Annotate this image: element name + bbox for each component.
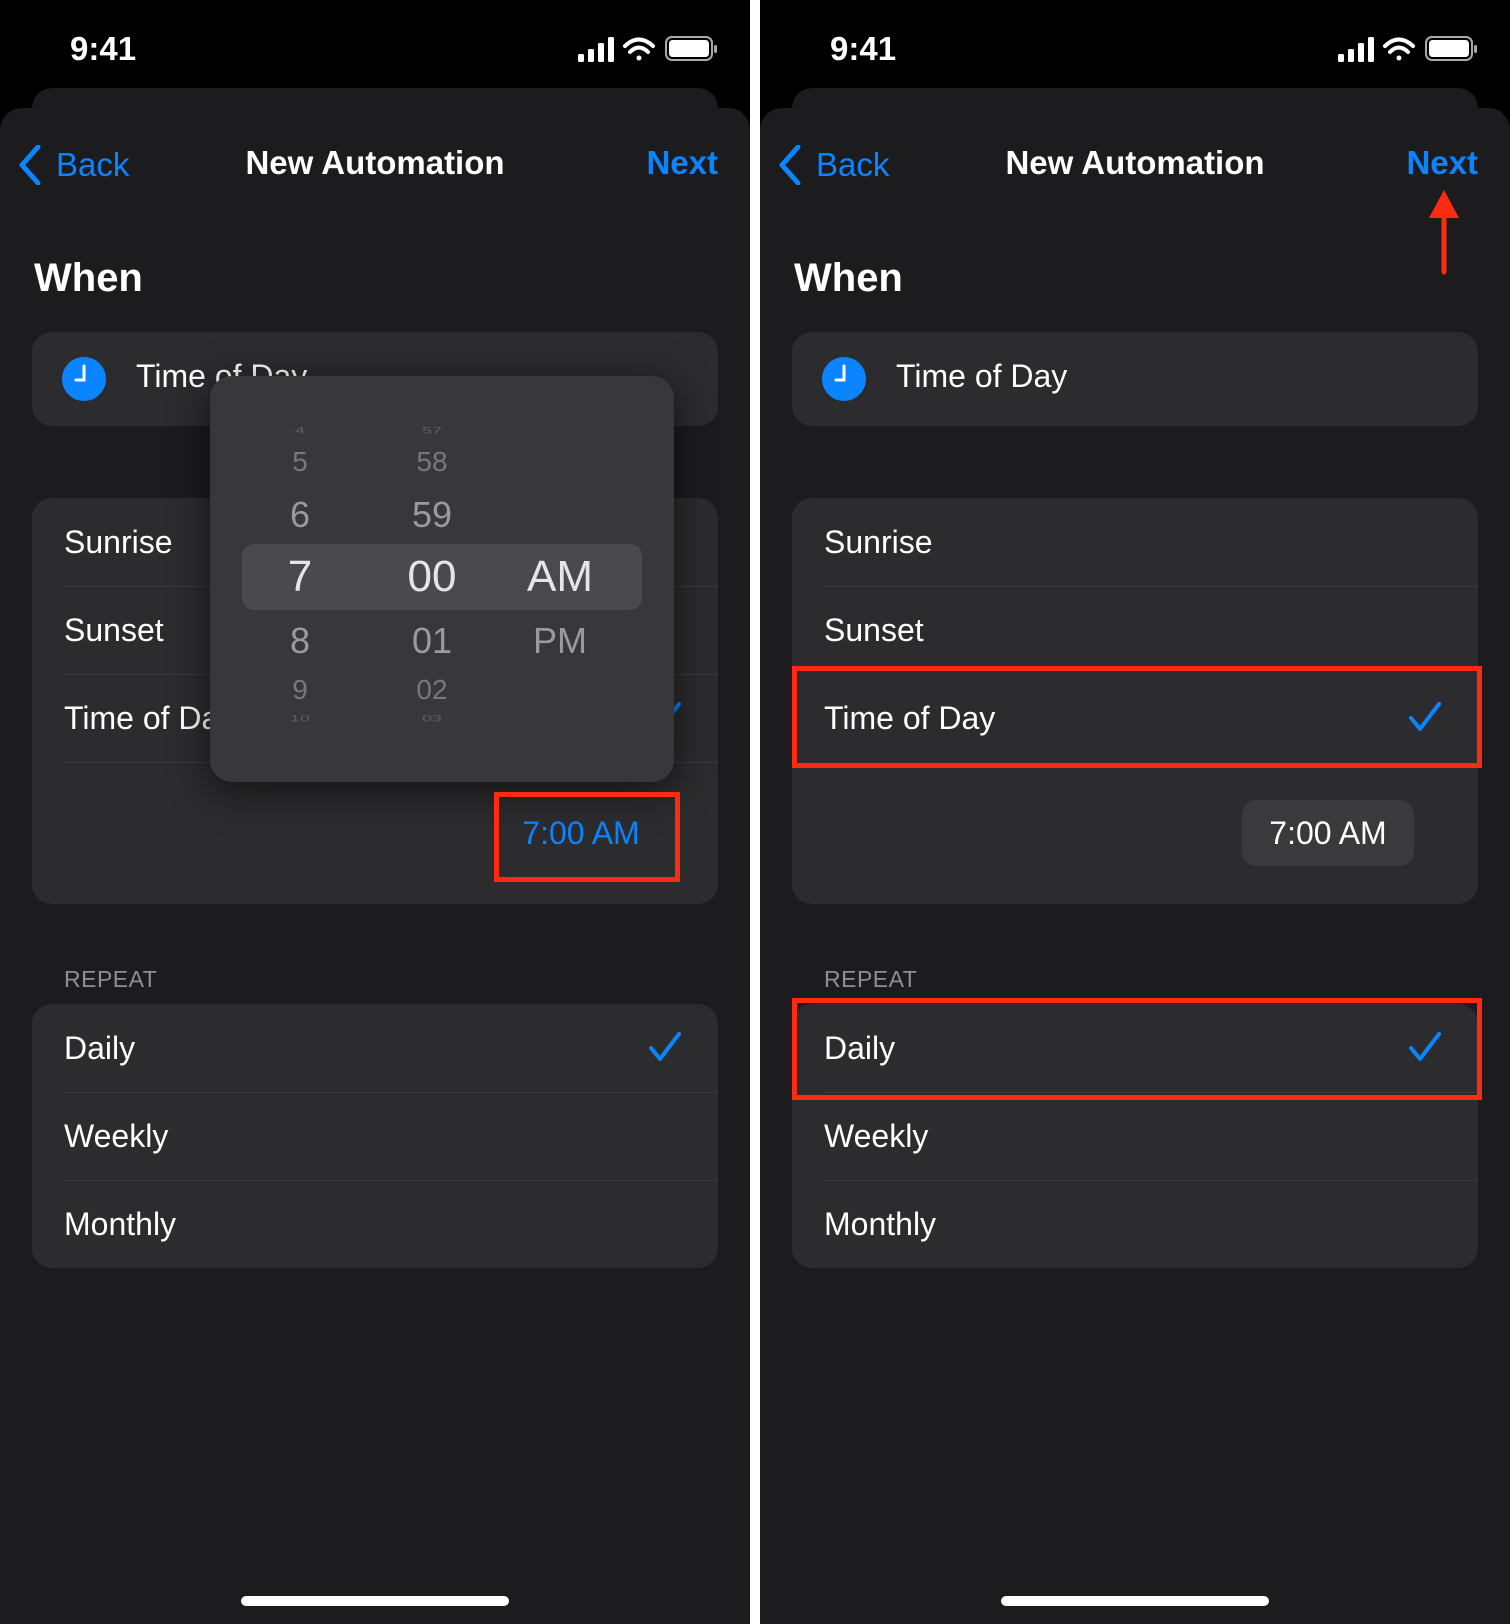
repeat-label: Monthly [64, 1206, 177, 1242]
option-label: Sunset [64, 612, 164, 648]
minute-value: 01 [411, 620, 453, 661]
checkmark-icon [1409, 1032, 1441, 1061]
repeat-list: Daily Weekly Monthly [32, 1004, 718, 1268]
option-label: Sunrise [64, 524, 173, 560]
trigger-card[interactable]: Time of Day [792, 332, 1478, 426]
next-button[interactable]: Next [646, 144, 718, 182]
annotation-arrow-icon [1429, 190, 1459, 275]
repeat-label: Weekly [824, 1118, 929, 1154]
status-time: 9:41 [830, 30, 897, 67]
option-sunset[interactable]: Sunset [792, 586, 1478, 674]
repeat-daily[interactable]: Daily [792, 1004, 1478, 1092]
when-heading: When [794, 256, 903, 300]
repeat-list: Daily Weekly Monthly [792, 1004, 1478, 1268]
chevron-left-icon [779, 145, 801, 185]
repeat-daily[interactable]: Daily [32, 1004, 718, 1092]
right-phone-screen: 9:41 Back New Automation Next When Time … [760, 0, 1510, 1624]
option-sunrise[interactable]: Sunrise [792, 498, 1478, 586]
repeat-section-label: REPEAT [64, 966, 158, 992]
repeat-label: Monthly [824, 1206, 937, 1242]
home-indicator [1001, 1596, 1269, 1606]
clock-icon [822, 357, 866, 401]
minute-value: 58 [416, 446, 448, 477]
hour-value: 10 [289, 713, 311, 724]
when-heading: When [34, 256, 143, 300]
checkmark-icon [1409, 702, 1441, 731]
back-button[interactable]: Back [778, 140, 889, 190]
hour-wheel[interactable]: 4 5 6 7 8 9 10 [230, 376, 370, 782]
repeat-monthly[interactable]: Monthly [792, 1180, 1478, 1268]
minute-value: 59 [411, 494, 453, 535]
home-indicator [241, 1596, 509, 1606]
hour-value: 7 [287, 552, 313, 601]
repeat-label: Daily [64, 1030, 136, 1066]
repeat-label: Daily [824, 1030, 896, 1066]
left-phone-screen: 9:41 Back New Automation Next When Time … [0, 0, 750, 1624]
period-wheel[interactable]: AM PM [490, 376, 630, 782]
minute-value: 03 [421, 713, 443, 724]
back-label: Back [816, 146, 890, 183]
hour-value: 8 [289, 620, 311, 661]
repeat-label: Weekly [64, 1118, 169, 1154]
minute-value: 00 [407, 552, 457, 601]
period-value: PM [533, 620, 587, 661]
time-button[interactable]: 7:00 AM [502, 800, 660, 866]
battery-icon [1425, 36, 1477, 61]
status-icons [1338, 36, 1477, 62]
option-label: Sunset [824, 612, 924, 648]
minute-value: 02 [416, 674, 448, 705]
hour-value: 4 [294, 425, 305, 436]
chevron-left-icon [19, 145, 41, 185]
cellular-signal-icon [1338, 37, 1374, 62]
status-time: 9:41 [70, 30, 137, 67]
option-time-of-day[interactable]: Time of Day [792, 674, 1478, 762]
repeat-weekly[interactable]: Weekly [32, 1092, 718, 1180]
wifi-icon [623, 37, 655, 61]
repeat-weekly[interactable]: Weekly [792, 1092, 1478, 1180]
trigger-options-list: Sunrise Sunset Time of Day 7:00 AM [792, 498, 1478, 904]
option-label: Time of Day [824, 700, 996, 736]
back-label: Back [56, 146, 130, 183]
cellular-signal-icon [578, 37, 614, 62]
period-value: AM [527, 552, 593, 601]
next-button[interactable]: Next [1406, 144, 1478, 182]
wifi-icon [1383, 37, 1415, 61]
time-picker-popover: 4 5 6 7 8 9 10 57 58 59 00 01 02 03 AM P… [210, 376, 674, 782]
repeat-section-label: REPEAT [824, 966, 918, 992]
minute-wheel[interactable]: 57 58 59 00 01 02 03 [362, 376, 502, 782]
trigger-label: Time of Day [896, 358, 1068, 394]
back-button[interactable]: Back [18, 140, 129, 190]
checkmark-icon [649, 1032, 681, 1061]
option-label: Sunrise [824, 524, 933, 560]
hour-value: 5 [292, 446, 308, 477]
hour-value: 6 [289, 494, 311, 535]
repeat-monthly[interactable]: Monthly [32, 1180, 718, 1268]
clock-icon [62, 357, 106, 401]
battery-icon [665, 36, 717, 61]
status-icons [578, 36, 717, 62]
hour-value: 9 [292, 674, 308, 705]
time-button[interactable]: 7:00 AM [1242, 800, 1414, 866]
minute-value: 57 [421, 425, 443, 436]
